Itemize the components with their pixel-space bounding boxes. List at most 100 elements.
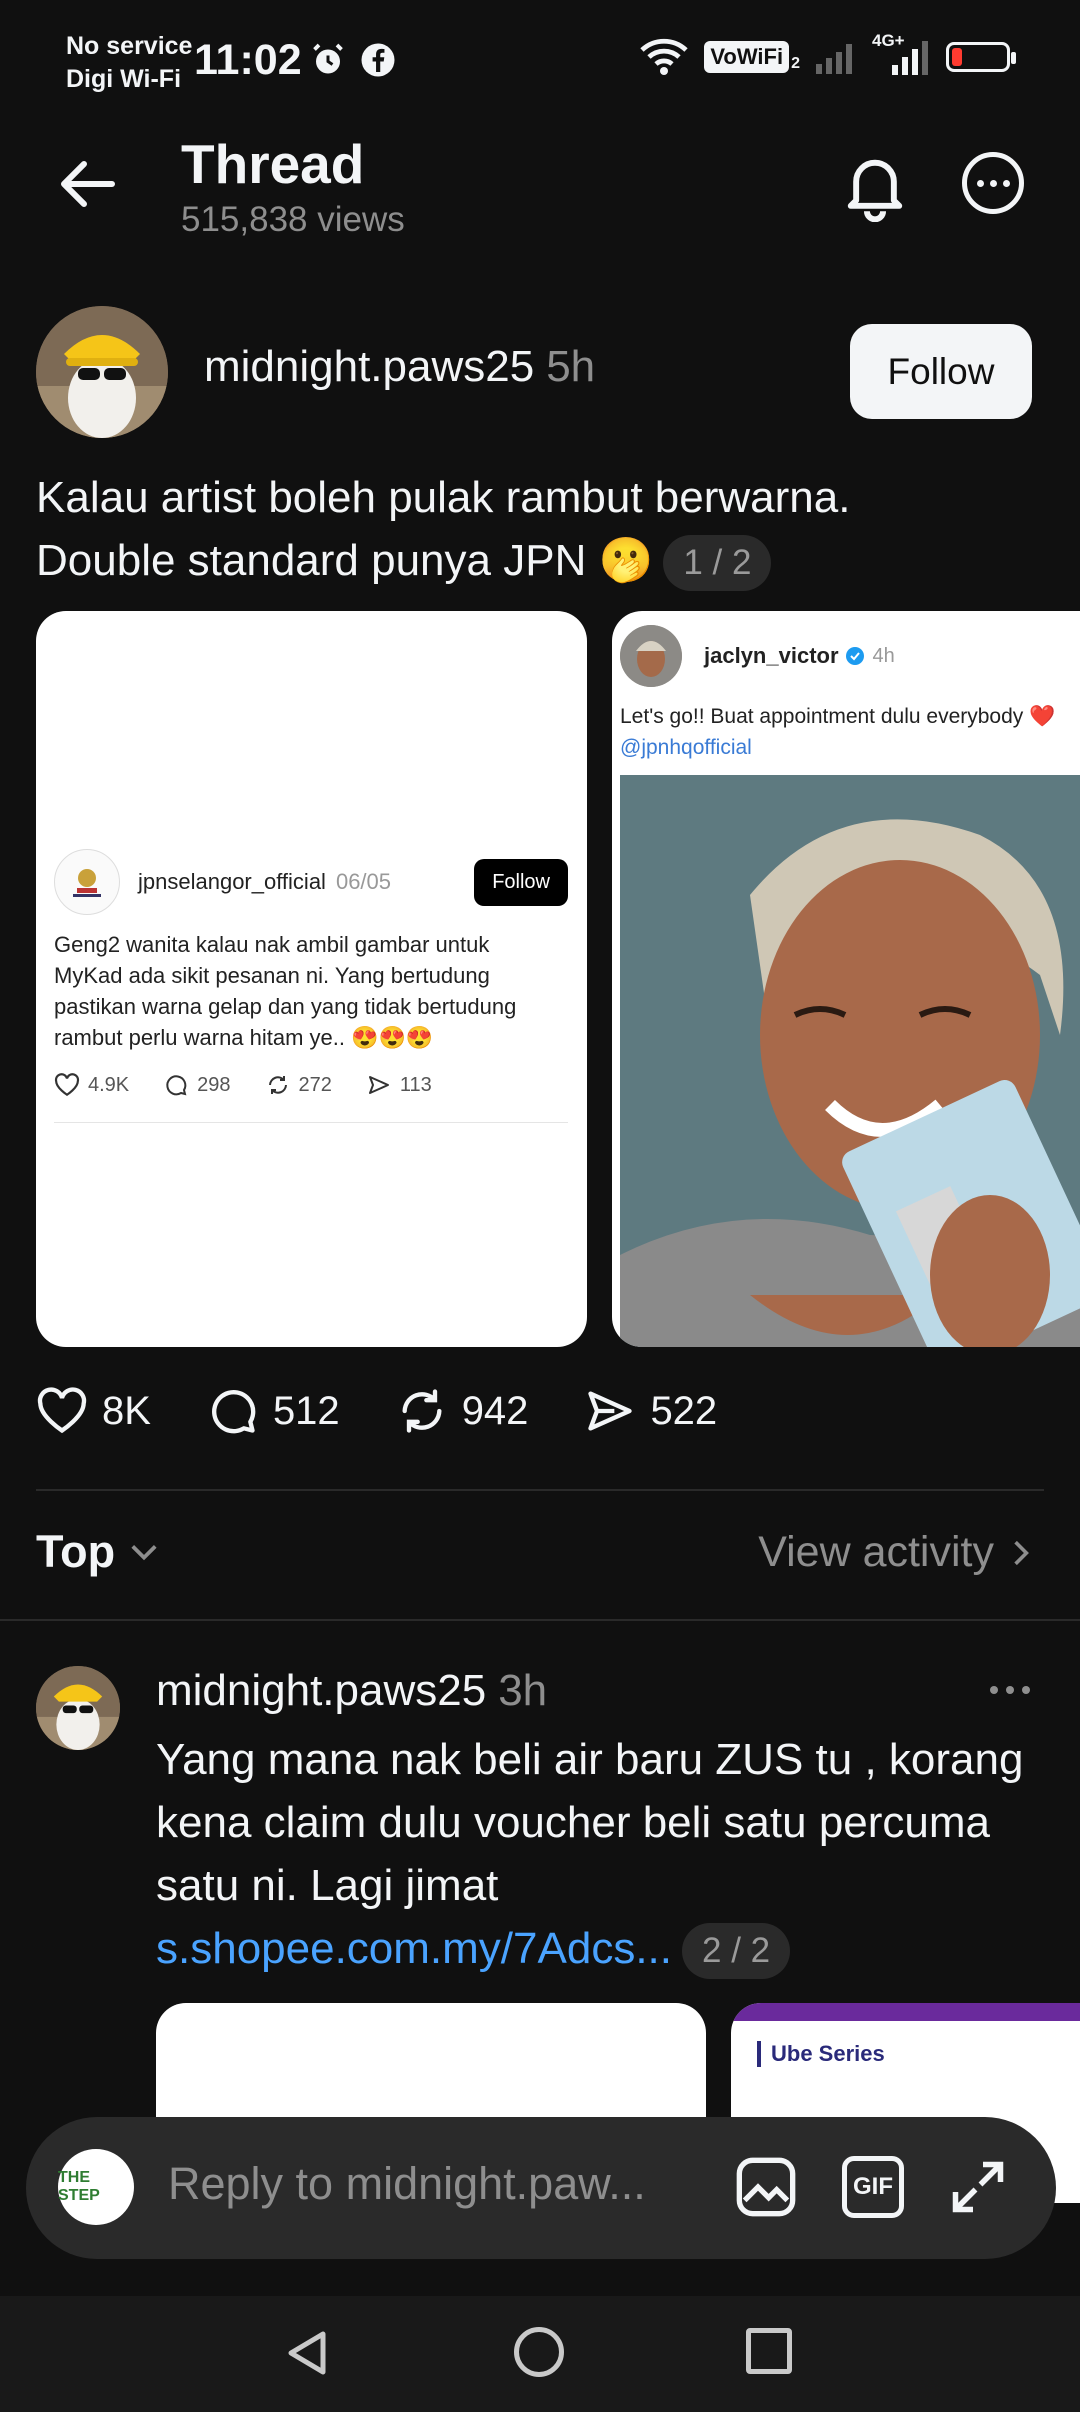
embed1-text: Geng2 wanita kalau nak ambil gambar untu…	[54, 932, 517, 1050]
cat-avatar-image	[36, 306, 168, 438]
page-indicator: 1 / 2	[663, 535, 772, 592]
embed1-username: jpnselangor_official	[138, 869, 326, 894]
bell-icon	[847, 159, 903, 223]
heart-icon	[37, 1387, 87, 1434]
alarm-icon	[313, 43, 343, 74]
comment-count: 512	[272, 1388, 340, 1433]
reply-more-button[interactable]	[990, 1686, 1030, 1694]
dot-icon	[989, 179, 997, 187]
repost-icon	[268, 1076, 287, 1094]
share-count: 522	[650, 1388, 718, 1433]
embed2-text: Let's go!! Buat appointment dulu everybo…	[620, 701, 1080, 763]
embed2-text-content: Let's go!! Buat appointment dulu everybo…	[620, 705, 1056, 728]
embed1-avatar	[54, 849, 120, 915]
embed1-reposts: 272	[265, 1073, 332, 1097]
view-activity-link[interactable]: View activity	[758, 1528, 1030, 1577]
composer-actions: GIF	[734, 2155, 1008, 2219]
share-icon	[368, 1076, 389, 1094]
person-avatar-image	[620, 625, 682, 687]
dot-icon	[1002, 179, 1010, 187]
media-card-2[interactable]: jaclyn_victor 4h Let's go!! Buat appoint…	[612, 611, 1080, 1347]
embed1-follow-button: Follow	[474, 858, 568, 906]
like-count: 8K	[102, 1388, 151, 1433]
dot-icon	[976, 179, 984, 187]
embed1-shares-count: 113	[399, 1073, 432, 1096]
cat-avatar-image	[36, 1666, 120, 1750]
status-system-icons: VoWiFi 2 4G+	[640, 31, 1016, 76]
notification-button[interactable]	[842, 152, 908, 227]
dot-icon	[1006, 1686, 1014, 1694]
embed2-mention: @jpnhqofficial	[620, 736, 752, 759]
comment-button[interactable]: 512	[207, 1385, 340, 1437]
reply-text: Yang mana nak beli air baru ZUS tu , kor…	[156, 1728, 1036, 1980]
reply-input[interactable]: Reply to midnight.paw...	[168, 2158, 646, 2210]
network-type: 4G+	[872, 31, 905, 50]
media-card-1[interactable]: jpnselangor_official 06/05 Follow Geng2 …	[36, 611, 587, 1347]
crest-icon	[73, 869, 101, 897]
reply-card2-title: Ube Series	[757, 2041, 885, 2067]
post-text-line2: Double standard punya JPN 🫢 1 / 2	[36, 529, 1036, 592]
reply-username[interactable]: midnight.paws25	[156, 1666, 486, 1715]
triangle-back-icon	[288, 2331, 326, 2375]
post-actions: 8K 512 942 522	[36, 1385, 773, 1437]
comment-icon	[211, 1390, 256, 1434]
wifi-icon	[640, 38, 689, 75]
reply-card2-banner	[731, 2003, 1080, 2021]
composer-avatar-text: THE STEP	[58, 2169, 100, 2204]
views-count: 515,838 views	[181, 200, 405, 239]
author-avatar[interactable]	[36, 306, 168, 438]
comment-icon	[166, 1075, 187, 1096]
facebook-icon	[361, 43, 395, 77]
gif-button[interactable]: GIF	[842, 2156, 904, 2218]
image-icon[interactable]	[734, 2155, 798, 2219]
signal-icon	[816, 44, 852, 74]
verified-badge-icon	[845, 647, 864, 665]
battery-level	[952, 48, 962, 66]
nav-recents-button[interactable]	[746, 2328, 792, 2374]
reply-link[interactable]: s.shopee.com.my/7Adcs...	[156, 1924, 672, 1973]
post-author[interactable]: midnight.paws25 5h	[204, 342, 595, 392]
like-button[interactable]: 8K	[36, 1387, 151, 1435]
divider	[36, 1489, 1044, 1491]
follow-button[interactable]: Follow	[850, 324, 1032, 419]
battery-icon	[946, 42, 1016, 72]
gif-icon: GIF	[853, 2173, 893, 2200]
expand-icon[interactable]	[948, 2157, 1008, 2217]
share-button[interactable]: 522	[584, 1385, 717, 1437]
woman-holding-card-image	[620, 775, 1080, 1347]
repost-button[interactable]: 942	[396, 1385, 529, 1437]
post-text: Kalau artist boleh pulak rambut berwarna…	[36, 466, 1036, 592]
vowifi-sub: 2	[791, 55, 800, 72]
share-icon	[588, 1391, 633, 1431]
carrier-line2: Digi Wi-Fi	[66, 65, 182, 93]
embed1-comments: 298	[163, 1073, 231, 1097]
reply-author[interactable]: midnight.paws25 3h	[156, 1666, 547, 1716]
sort-label: Top	[36, 1526, 116, 1577]
more-options-button[interactable]	[962, 152, 1024, 214]
embed1-date: 06/05	[335, 869, 392, 894]
chevron-down-icon	[131, 1545, 157, 1561]
embed1-reposts-count: 272	[298, 1073, 332, 1096]
embed1-header: jpnselangor_official 06/05 Follow	[54, 849, 568, 915]
repost-count: 942	[461, 1388, 529, 1433]
embed2-time: 4h	[872, 644, 895, 667]
back-arrow-icon	[61, 161, 115, 207]
reply-text-content: Yang mana nak beli air baru ZUS tu , kor…	[156, 1735, 1024, 1910]
post-username[interactable]: midnight.paws25	[204, 342, 534, 391]
back-button[interactable]	[60, 160, 116, 213]
sort-dropdown[interactable]: Top	[36, 1526, 159, 1578]
status-time: 11:02	[194, 36, 302, 84]
nav-back-button[interactable]	[283, 2328, 331, 2383]
repost-icon	[402, 1389, 442, 1433]
page-title: Thread	[181, 133, 365, 195]
heart-icon	[54, 1073, 80, 1097]
post-text-line2-content: Double standard punya JPN 🫢	[36, 536, 654, 585]
vowifi-badge: VoWiFi	[704, 41, 790, 73]
post-text-line1: Kalau artist boleh pulak rambut berwarna…	[36, 473, 851, 522]
embed1-comments-count: 298	[197, 1073, 231, 1096]
embed1-likes-count: 4.9K	[88, 1073, 130, 1096]
dot-icon	[1022, 1686, 1030, 1694]
nav-home-button[interactable]	[514, 2327, 564, 2377]
reply-avatar[interactable]	[36, 1666, 120, 1750]
embed1-divider	[54, 1122, 568, 1123]
